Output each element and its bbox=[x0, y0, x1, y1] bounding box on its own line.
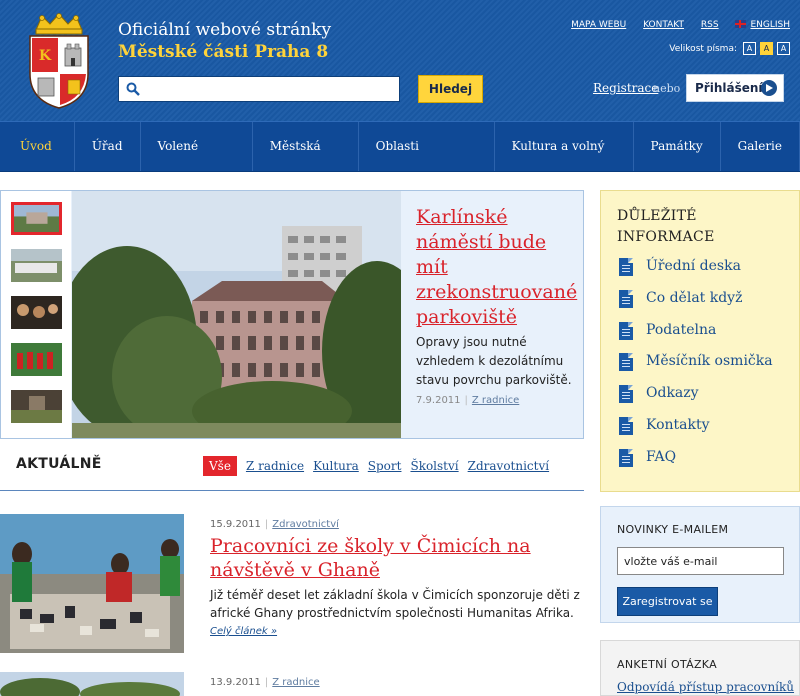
poll-question-link[interactable]: Odpovídá přístup pracovníků bbox=[617, 680, 794, 694]
info-link-label: Měsíčník osmička bbox=[646, 353, 773, 369]
font-size-large[interactable]: A bbox=[777, 42, 790, 55]
nav-item-pamatky[interactable]: Památky bbox=[634, 122, 721, 171]
search-input[interactable] bbox=[145, 79, 395, 99]
document-icon bbox=[619, 385, 633, 403]
search-icon bbox=[126, 82, 140, 96]
read-more-link[interactable]: Celý článek » bbox=[210, 626, 277, 637]
newsletter-email-input[interactable] bbox=[617, 547, 784, 575]
svg-text:K: K bbox=[39, 48, 52, 64]
login-button[interactable]: Přihlášení bbox=[686, 74, 784, 102]
tab-skolstvi[interactable]: Školství bbox=[410, 456, 458, 476]
nav-item-kultura[interactable]: Kultura a volný čas bbox=[495, 122, 634, 202]
news-article-image[interactable] bbox=[0, 672, 184, 696]
news-article-category[interactable]: Z radnice bbox=[272, 677, 319, 688]
tab-kultura[interactable]: Kultura bbox=[313, 456, 359, 476]
document-icon bbox=[619, 290, 633, 308]
featured-article-title[interactable]: Karlínské náměstí bude mít zrekonstruova… bbox=[416, 205, 577, 330]
news-article-meta: 13.9.2011 | Z radnice bbox=[210, 677, 320, 688]
poll-box: ANKETNÍ OTÁZKA Odpovídá přístup pracovní… bbox=[600, 640, 800, 696]
news-tabs: Vše Z radnice Kultura Sport Školství Zdr… bbox=[203, 456, 558, 476]
featured-article-date: 7.9.2011 bbox=[416, 395, 461, 406]
meta-separator: | bbox=[464, 395, 468, 406]
nav-item-uvod[interactable]: Úvod bbox=[0, 122, 75, 171]
tab-vse[interactable]: Vše bbox=[203, 456, 237, 476]
newsletter-subscribe-button[interactable]: Zaregistrovat se bbox=[617, 587, 718, 616]
news-heading: AKTUÁLNĚ bbox=[16, 456, 102, 472]
tab-z-radnice[interactable]: Z radnice bbox=[246, 456, 304, 476]
tab-sport[interactable]: Sport bbox=[368, 456, 402, 476]
nav-item-oblasti-pusobnosti[interactable]: Oblasti působnosti bbox=[359, 122, 495, 202]
thumbnail-1[interactable] bbox=[11, 202, 62, 235]
info-link-label: Podatelna bbox=[646, 322, 717, 338]
nav-item-mestska-cast[interactable]: Městská část bbox=[253, 122, 359, 202]
font-size-label: Velikost písma: bbox=[669, 43, 737, 54]
featured-article-category[interactable]: Z radnice bbox=[472, 395, 519, 406]
news-article-title[interactable]: Pracovníci ze školy v Čimicích na návště… bbox=[210, 534, 560, 582]
font-size-small[interactable]: A bbox=[743, 42, 756, 55]
nav-item-urad[interactable]: Úřad bbox=[75, 122, 141, 171]
nav-item-galerie[interactable]: Galerie bbox=[721, 122, 800, 171]
thumbnail-strip bbox=[1, 191, 71, 438]
document-icon bbox=[619, 353, 633, 371]
featured-article-meta: 7.9.2011 | Z radnice bbox=[416, 395, 519, 406]
tab-zdravotnictvi[interactable]: Zdravotnictví bbox=[468, 456, 549, 476]
uk-flag-icon bbox=[735, 20, 747, 28]
document-icon bbox=[619, 417, 633, 435]
search-box bbox=[118, 76, 400, 102]
font-size-switcher: Velikost písma: A A A bbox=[669, 42, 790, 55]
contact-link[interactable]: KONTAKT bbox=[643, 20, 684, 30]
info-link-label: Úřední deska bbox=[646, 258, 741, 274]
meta-separator: | bbox=[264, 677, 269, 688]
nav-item-volene-organy[interactable]: Volené orgány bbox=[141, 122, 253, 202]
register-link[interactable]: Registrace bbox=[593, 81, 658, 95]
important-info-box: DŮLEŽITÉ INFORMACE Úřední deska Co dělat… bbox=[600, 190, 800, 492]
news-article-category[interactable]: Zdravotnictví bbox=[272, 519, 339, 530]
featured-article-image[interactable] bbox=[72, 191, 401, 438]
meta-separator: | bbox=[264, 519, 269, 530]
news-article-image[interactable] bbox=[0, 514, 184, 653]
info-link-label: FAQ bbox=[646, 449, 677, 465]
thumbnail-2[interactable] bbox=[11, 249, 62, 282]
poll-title: ANKETNÍ OTÁZKA bbox=[617, 658, 717, 671]
document-icon bbox=[619, 449, 633, 467]
info-link-label: Co dělat když bbox=[646, 290, 743, 306]
news-article-date: 15.9.2011 bbox=[210, 519, 261, 530]
news-article-meta: 15.9.2011 | Zdravotnictví bbox=[210, 519, 339, 530]
featured-article-description: Opravy jsou nutné vzhledem k dezolátnímu… bbox=[416, 335, 572, 387]
featured-article: Karlínské náměstí bude mít zrekonstruova… bbox=[0, 190, 584, 439]
english-link[interactable]: ENGLISH bbox=[750, 20, 790, 30]
search-button[interactable]: Hledej bbox=[418, 75, 483, 103]
font-size-medium[interactable]: A bbox=[760, 42, 773, 55]
sitemap-link[interactable]: MAPA WEBU bbox=[571, 20, 626, 30]
city-crest-logo[interactable]: K bbox=[24, 12, 94, 110]
important-info-title: DŮLEŽITÉ INFORMACE bbox=[617, 208, 715, 245]
document-icon bbox=[619, 258, 633, 276]
login-label: Přihlášení bbox=[695, 81, 763, 95]
info-link-label: Odkazy bbox=[646, 385, 699, 401]
thumbnail-4[interactable] bbox=[11, 343, 62, 376]
site-title-line2: Městské části Praha 8 bbox=[118, 42, 329, 62]
thumbnail-3[interactable] bbox=[11, 296, 62, 329]
newsletter-title: NOVINKY E-MAILEM bbox=[617, 523, 729, 536]
newsletter-box: NOVINKY E-MAILEM Zaregistrovat se bbox=[600, 506, 800, 623]
rss-link[interactable]: RSS bbox=[701, 20, 719, 30]
main-navigation: Úvod Úřad Volené orgány Městská část Obl… bbox=[0, 121, 800, 202]
top-links: MAPA WEBU KONTAKT RSS ENGLISH bbox=[557, 20, 790, 30]
info-link-label: Kontakty bbox=[646, 417, 710, 433]
news-article: 15.9.2011 | Zdravotnictví Pracovníci ze šk… bbox=[0, 514, 584, 659]
news-article-date: 13.9.2011 bbox=[210, 677, 261, 688]
or-label: nebo bbox=[653, 82, 681, 95]
news-article-text: Již téměř deset let základní škola v Čim… bbox=[210, 588, 580, 620]
thumbnail-5[interactable] bbox=[11, 390, 62, 423]
site-title-line1: Oficiální webové stránky bbox=[118, 20, 332, 40]
site-header: K Oficiální webové stránky Městské části… bbox=[0, 0, 800, 121]
news-divider bbox=[0, 490, 584, 491]
news-article: 13.9.2011 | Z radnice bbox=[0, 672, 584, 696]
arrow-right-icon bbox=[761, 80, 777, 96]
document-icon bbox=[619, 322, 633, 340]
